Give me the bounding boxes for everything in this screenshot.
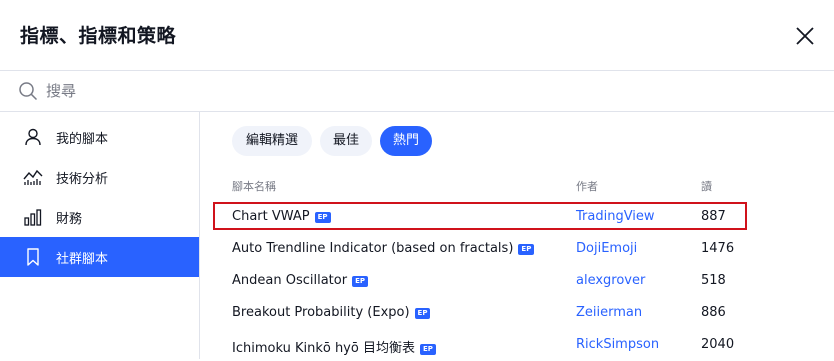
reads-count: 2040 bbox=[701, 337, 735, 352]
column-header-author: 作者 bbox=[576, 180, 598, 193]
column-header-script-name: 腳本名稱 bbox=[232, 180, 276, 193]
ep-badge: EP bbox=[352, 276, 368, 287]
reads-count: 886 bbox=[701, 305, 726, 320]
tab-editors-picks[interactable]: 編輯精選 bbox=[232, 126, 312, 156]
user-icon bbox=[25, 128, 41, 146]
script-name-text: Auto Trendline Indicator (based on fract… bbox=[232, 241, 514, 256]
script-name-link[interactable]: Chart VWAP EP bbox=[232, 209, 331, 224]
reads-count: 887 bbox=[701, 209, 726, 224]
script-name-text: Andean Oscillator bbox=[232, 273, 348, 288]
sidebar-item-label: 財務 bbox=[56, 212, 83, 227]
dialog-title: 指標、指標和策略 bbox=[20, 25, 177, 47]
table-row[interactable]: Andean Oscillator EP alexgrover 518 bbox=[214, 265, 834, 297]
sidebar-item-label: 社群腳本 bbox=[56, 252, 109, 267]
column-header-reads: 讀 bbox=[701, 180, 712, 193]
ep-badge: EP bbox=[518, 244, 535, 255]
script-name-text: Chart VWAP bbox=[232, 209, 310, 224]
script-name-link[interactable]: Andean Oscillator EP bbox=[232, 273, 368, 288]
ep-badge: EP bbox=[314, 212, 331, 223]
author-link[interactable]: DojiEmoji bbox=[576, 241, 637, 256]
scripts-panel: 編輯精選 最佳 熱門 腳本名稱 作者 讀 Chart VWAP EP Tradin… bbox=[200, 111, 834, 359]
sidebar: 我的腳本 技術分析 財務 社群腳本 bbox=[0, 111, 200, 359]
script-name-link[interactable]: Ichimoku Kinkō hyō 目均衡表 EP bbox=[232, 337, 436, 356]
bookmark-icon bbox=[27, 248, 39, 266]
author-link[interactable]: alexgrover bbox=[576, 273, 645, 288]
tab-trending[interactable]: 熱門 bbox=[380, 126, 432, 156]
tab-top[interactable]: 最佳 bbox=[320, 126, 372, 156]
author-link[interactable]: Zeiierman bbox=[576, 305, 642, 320]
bar-chart-icon bbox=[24, 209, 42, 226]
sidebar-item-technicals[interactable]: 技術分析 bbox=[0, 157, 199, 197]
script-name-link[interactable]: Breakout Probability (Expo) EP bbox=[232, 305, 431, 320]
close-icon[interactable] bbox=[794, 25, 816, 47]
close-button[interactable] bbox=[794, 25, 816, 47]
reads-count: 518 bbox=[701, 273, 726, 288]
table-row[interactable]: Chart VWAP EP TradingView 887 bbox=[214, 201, 834, 233]
sidebar-item-my-scripts[interactable]: 我的腳本 bbox=[0, 117, 199, 157]
script-name-text: Ichimoku Kinkō hyō 目均衡表 bbox=[232, 341, 415, 356]
table-row[interactable]: Auto Trendline Indicator (based on fract… bbox=[214, 233, 834, 265]
ep-badge: EP bbox=[419, 344, 436, 355]
script-name-text: Breakout Probability (Expo) bbox=[232, 305, 410, 320]
dialog-header: 指標、指標和策略 bbox=[0, 0, 834, 70]
author-link[interactable]: TradingView bbox=[576, 209, 655, 224]
search-input[interactable] bbox=[46, 78, 806, 104]
script-name-link[interactable]: Auto Trendline Indicator (based on fract… bbox=[232, 241, 535, 256]
sidebar-item-label: 我的腳本 bbox=[56, 132, 109, 147]
ep-badge: EP bbox=[414, 308, 431, 319]
sidebar-item-label: 技術分析 bbox=[56, 172, 109, 187]
table-row[interactable]: Breakout Probability (Expo) EP Zeiierman … bbox=[214, 297, 834, 329]
sidebar-item-financials[interactable]: 財務 bbox=[0, 197, 199, 237]
reads-count: 1476 bbox=[701, 241, 735, 256]
chart-line-icon bbox=[23, 169, 43, 185]
search-icon bbox=[19, 82, 38, 101]
search-bar bbox=[0, 70, 834, 112]
author-link[interactable]: RickSimpson bbox=[576, 337, 659, 352]
table-row[interactable]: Ichimoku Kinkō hyō 目均衡表 EP RickSimpson 20… bbox=[214, 329, 834, 361]
sidebar-item-community-scripts[interactable]: 社群腳本 bbox=[0, 237, 199, 277]
